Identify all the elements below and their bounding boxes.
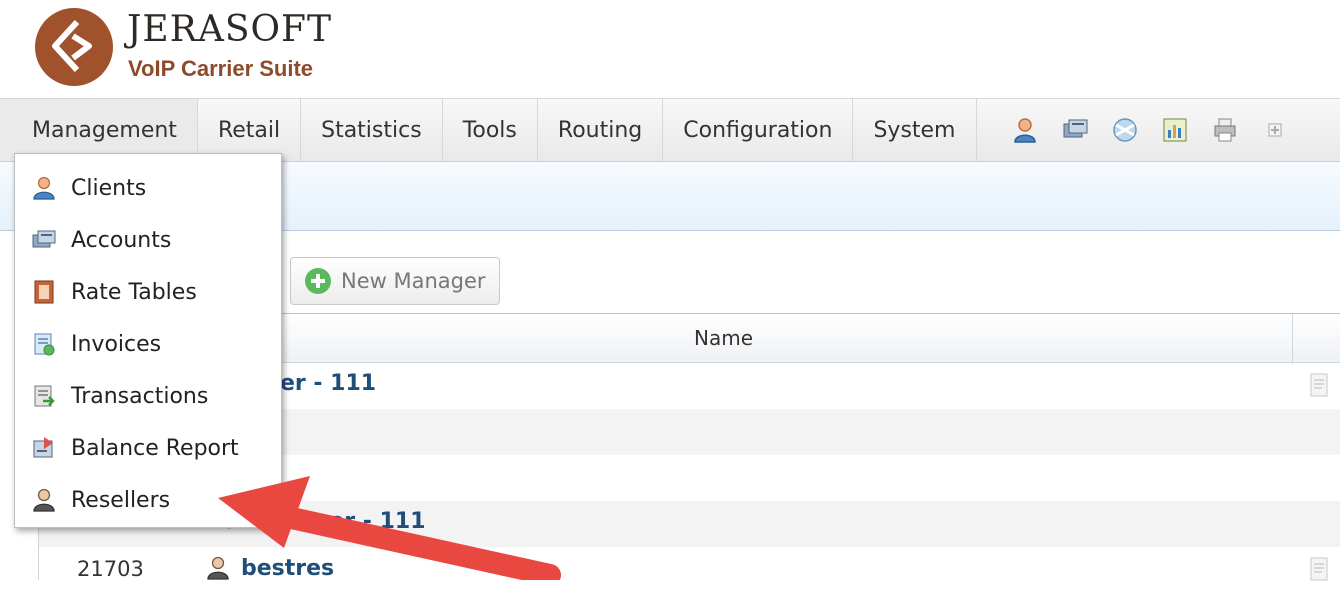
- menu-item-label: Balance Report: [71, 435, 239, 461]
- menu-item-balance-report[interactable]: Balance Report: [15, 422, 281, 474]
- column-header-name[interactable]: Name: [694, 326, 753, 350]
- row-id: 21703: [77, 557, 144, 581]
- add-icon: [305, 268, 331, 294]
- printer-icon[interactable]: [1211, 116, 1239, 144]
- row-name-link[interactable]: bestres: [205, 555, 334, 581]
- menu-item-rate-tables[interactable]: Rate Tables: [15, 266, 281, 318]
- menu-configuration[interactable]: Configuration: [663, 99, 854, 161]
- row-name-text[interactable]: bestres: [241, 556, 334, 581]
- management-dropdown-menu: Clients Accounts Rate Tables Invoices Tr…: [14, 153, 282, 528]
- table-row[interactable]: 21703 bestres: [39, 547, 1340, 593]
- app-header: JERASOFT VoIP Carrier Suite: [0, 0, 1340, 100]
- menu-item-resellers[interactable]: Resellers: [15, 474, 281, 526]
- accounts-icon[interactable]: [1061, 116, 1089, 144]
- menu-management[interactable]: Management: [0, 99, 198, 161]
- menu-tools[interactable]: Tools: [443, 99, 538, 161]
- user-icon[interactable]: [1011, 116, 1039, 144]
- user-icon: [33, 176, 55, 200]
- globe-icon[interactable]: [1111, 116, 1139, 144]
- invoice-icon: [34, 333, 55, 356]
- edit-icon[interactable]: [1309, 372, 1331, 400]
- book-icon: [34, 280, 54, 304]
- accounts-icon: [32, 230, 56, 248]
- quick-access-icons: [977, 99, 1289, 161]
- menu-statistics[interactable]: Statistics: [301, 99, 443, 161]
- reseller-icon: [207, 556, 229, 580]
- expand-icon[interactable]: [1261, 116, 1289, 144]
- menu-item-label: Resellers: [71, 487, 171, 513]
- balance-report-icon: [33, 437, 53, 458]
- menu-routing[interactable]: Routing: [538, 99, 664, 161]
- menu-item-accounts[interactable]: Accounts: [15, 214, 281, 266]
- menu-item-label: Transactions: [71, 383, 209, 409]
- menu-item-label: Invoices: [71, 331, 162, 357]
- column-divider: [1292, 314, 1293, 364]
- menu-item-label: Accounts: [71, 227, 172, 253]
- transactions-icon: [34, 385, 55, 407]
- jerasoft-logo-icon: [35, 8, 113, 86]
- chart-icon[interactable]: [1161, 116, 1189, 144]
- new-manager-label: New Manager: [341, 269, 486, 293]
- menu-item-invoices[interactable]: Invoices: [15, 318, 281, 370]
- brand-subtitle: VoIP Carrier Suite: [128, 56, 314, 81]
- menu-item-clients[interactable]: Clients: [15, 162, 281, 214]
- menu-item-label: Rate Tables: [71, 279, 197, 305]
- new-manager-button[interactable]: New Manager: [290, 257, 500, 305]
- menu-retail[interactable]: Retail: [198, 99, 302, 161]
- reseller-icon: [33, 488, 55, 512]
- brand-title: JERASOFT: [127, 9, 332, 50]
- menu-item-label: Clients: [71, 175, 147, 201]
- menu-system[interactable]: System: [853, 99, 977, 161]
- menu-item-transactions[interactable]: Transactions: [15, 370, 281, 422]
